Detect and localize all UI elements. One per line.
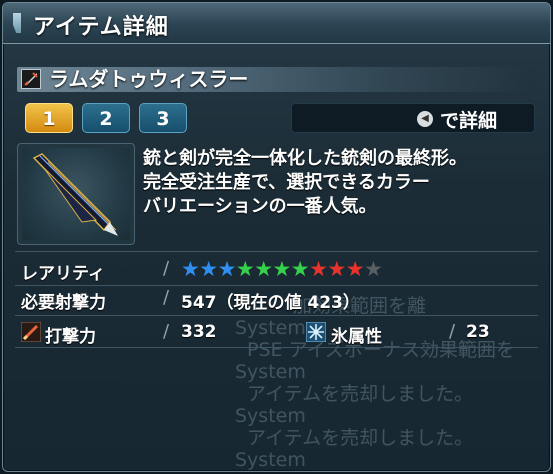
title-bar[interactable]: アイテム詳細	[3, 3, 550, 44]
rarity-star-filled-icon: ★	[272, 257, 292, 281]
element-label: 氷属性	[331, 327, 382, 347]
chat-line: System	[235, 449, 306, 471]
chat-line: System	[235, 405, 306, 427]
item-thumbnail-frame	[22, 148, 130, 240]
tab-1[interactable]: 1	[25, 103, 73, 133]
chat-line: アイテムを売却しました。	[247, 427, 474, 449]
rarity-label: レアリティ	[21, 264, 105, 284]
attack-label: 打撃力	[45, 327, 96, 347]
rarity-star-empty-icon: ★	[364, 257, 383, 281]
description-line: 銃と剣が完全一体化した銃剣の最終形。	[143, 148, 467, 169]
window-title: アイテム詳細	[33, 15, 169, 40]
separator-slash: /	[163, 258, 170, 279]
details-button[interactable]: ◀ で詳細	[291, 103, 535, 133]
divider	[15, 315, 538, 316]
element-value: 23	[466, 322, 490, 342]
rarity-star-filled-icon: ★	[217, 257, 237, 281]
item-description: 銃と剣が完全一体化した銃剣の最終形。 完全受注生産で、選択できるカラー バリエー…	[143, 147, 467, 219]
sword-category-icon	[21, 69, 41, 89]
requirement-value: 547（現在の値 423）	[181, 293, 360, 313]
description-line: バリエーションの一番人気。	[143, 196, 377, 217]
item-name: ラムダトゥウィスラー	[49, 67, 249, 91]
chat-line: アイテムを売却しました。	[247, 383, 474, 405]
strike-weapon-icon	[20, 321, 42, 343]
background-chat-log: 加効果範囲を離 System PSE アイズボーナス効果範囲を System ア…	[235, 295, 550, 471]
divider	[15, 251, 538, 252]
gunblade-icon	[32, 153, 118, 236]
separator-slash: /	[163, 321, 170, 342]
title-accent-icon	[13, 13, 21, 33]
requirement-label: 必要射撃力	[21, 293, 106, 313]
description-line: 完全受注生産で、選択できるカラー	[143, 172, 430, 193]
divider	[15, 285, 538, 286]
chat-line: System	[235, 361, 306, 383]
details-label: で詳細	[440, 110, 498, 132]
separator-slash: /	[449, 321, 456, 342]
tab-3[interactable]: 3	[139, 103, 187, 133]
separator-slash: /	[163, 287, 170, 308]
rarity-star-filled-icon: ★	[235, 257, 255, 281]
rarity-star-filled-icon: ★	[309, 257, 328, 281]
divider	[15, 347, 538, 348]
rarity-star-filled-icon: ★	[327, 257, 347, 281]
rarity-star-filled-icon: ★	[254, 257, 274, 281]
rarity-star-filled-icon: ★	[199, 257, 219, 281]
rarity-star-filled-icon: ★	[181, 257, 200, 281]
chat-line: PSE アイズボーナス効果範囲を	[247, 339, 516, 361]
ice-element-icon	[305, 321, 327, 343]
rarity-star-filled-icon: ★	[290, 257, 310, 281]
attack-value: 332	[181, 322, 217, 342]
item-detail-window: 加効果範囲を離 System PSE アイズボーナス効果範囲を System ア…	[2, 2, 551, 472]
chat-line: System	[235, 317, 306, 339]
item-thumbnail	[17, 143, 135, 245]
tab-2[interactable]: 2	[82, 103, 130, 133]
item-name-bar: ラムダトゥウィスラー	[17, 67, 537, 92]
controller-button-icon: ◀	[417, 111, 433, 127]
rarity-star-filled-icon: ★	[345, 257, 365, 281]
